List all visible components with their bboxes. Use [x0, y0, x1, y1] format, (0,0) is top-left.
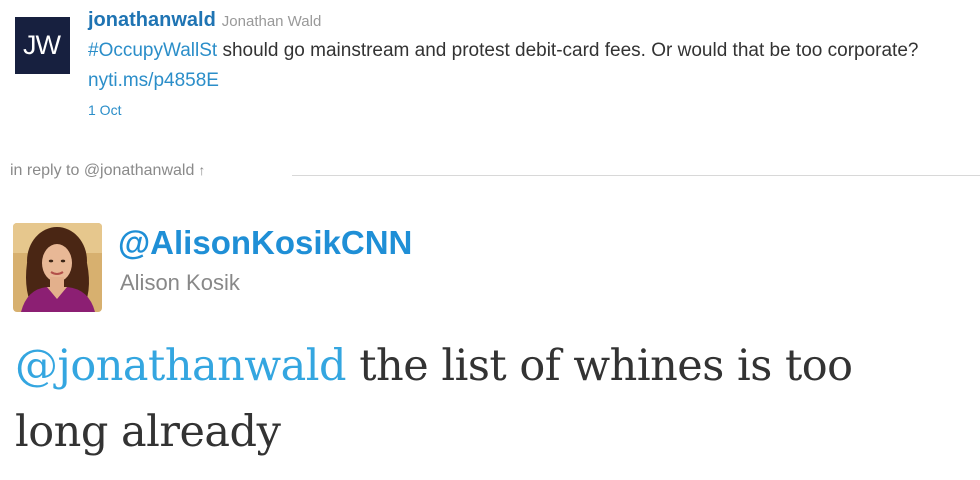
up-arrow-icon: ↑: [198, 162, 206, 178]
parent-avatar[interactable]: JW: [15, 17, 70, 74]
short-url-link[interactable]: nyti.ms/p4858E: [88, 70, 219, 91]
author-avatar[interactable]: [13, 223, 102, 312]
parent-tweet-body: jonathanwald Jonathan Wald #OccupyWallSt …: [88, 6, 968, 120]
parent-full-name: Jonathan Wald: [221, 13, 322, 30]
parent-tweet-text: #OccupyWallSt should go mainstream and p…: [88, 36, 968, 96]
parent-tweet-timestamp-link[interactable]: 1 Oct: [88, 102, 121, 118]
author-screen-name-link[interactable]: @AlisonKosikCNN: [118, 224, 412, 262]
author-full-name: Alison Kosik: [120, 270, 240, 295]
parent-tweet-header: jonathanwald Jonathan Wald: [88, 6, 968, 34]
divider-line: [292, 175, 980, 176]
author-avatar-photo-icon: [13, 223, 102, 312]
parent-screen-name-link[interactable]: jonathanwald: [88, 9, 216, 31]
hashtag-link[interactable]: #OccupyWallSt: [88, 40, 217, 61]
parent-tweet-body-text: should go mainstream and protest debit-c…: [217, 40, 919, 61]
in-reply-to-divider: in reply to @jonathanwald ↑: [0, 160, 980, 186]
mention-link[interactable]: @jonathanwald: [15, 341, 347, 391]
tweet-text: @jonathanwald the list of whines is too …: [15, 333, 955, 465]
in-reply-to-link[interactable]: in reply to @jonathanwald ↑: [10, 162, 205, 180]
in-reply-to-label: in reply to @jonathanwald: [10, 162, 195, 179]
